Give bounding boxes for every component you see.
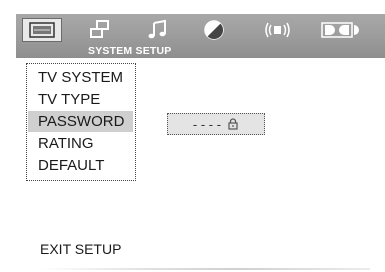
bottom-divider <box>40 268 370 270</box>
setup-header-bar: SYSTEM SETUP <box>16 14 385 58</box>
menu-item-tv-type[interactable]: TV TYPE <box>28 89 133 110</box>
lock-icon <box>228 118 238 130</box>
menu-item-rating[interactable]: RATING <box>28 133 133 154</box>
tab-video[interactable] <box>194 18 234 42</box>
password-value: - - - - <box>192 116 222 132</box>
sound-wave-icon <box>265 22 290 38</box>
dolby-icon <box>321 22 359 38</box>
monitor-icon <box>29 22 55 38</box>
menu-item-password[interactable]: PASSWORD <box>28 111 133 132</box>
music-note-icon <box>148 19 166 39</box>
tab-speaker-setup[interactable] <box>258 18 298 42</box>
exit-setup-button[interactable]: EXIT SETUP <box>40 241 121 257</box>
speaker-notes-icon <box>90 20 109 38</box>
tab-general[interactable] <box>22 18 62 42</box>
menu-item-tv-system[interactable]: TV SYSTEM <box>28 67 133 88</box>
setup-menu: TV SYSTEM TV TYPE PASSWORD RATING DEFAUL… <box>26 63 136 181</box>
tab-speaker[interactable] <box>80 18 120 42</box>
color-circle-icon <box>204 20 224 40</box>
password-input[interactable]: - - - - <box>167 113 265 135</box>
menu-item-default[interactable]: DEFAULT <box>28 155 133 176</box>
tab-dolby[interactable] <box>320 18 360 42</box>
setup-subtitle: SYSTEM SETUP <box>88 45 172 57</box>
tab-audio[interactable] <box>138 18 178 42</box>
